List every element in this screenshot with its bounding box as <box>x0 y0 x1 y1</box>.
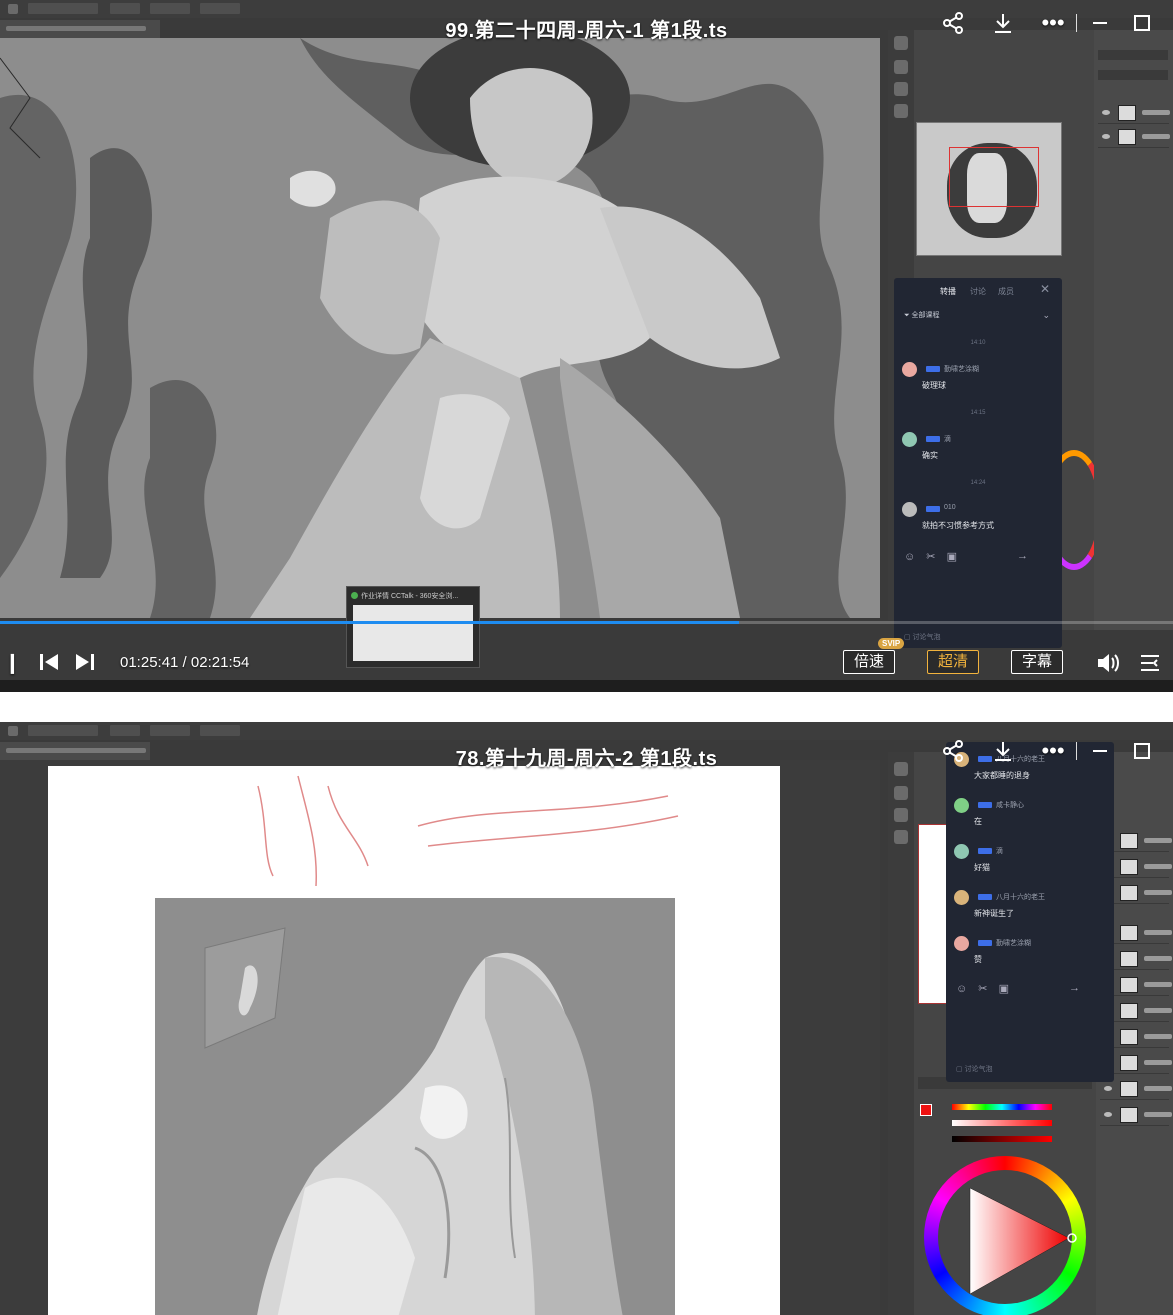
share-icon[interactable] <box>936 8 970 38</box>
message-author: 滴 <box>996 848 1003 855</box>
chat-filter[interactable]: ⏷ 全部课程 ⌄ <box>904 310 1052 328</box>
more-icon[interactable]: ••• <box>1036 736 1070 766</box>
message-text: 大家都睡的退身 <box>974 771 1030 780</box>
subtitle-label: 字幕 <box>1022 653 1053 670</box>
ps-layers-panel <box>1094 30 1173 630</box>
message-timestamp: 14:15 <box>970 410 986 416</box>
download-icon[interactable] <box>986 736 1020 766</box>
playlist-icon[interactable] <box>1138 652 1162 678</box>
send-icon[interactable]: → <box>1017 550 1028 562</box>
quality-button[interactable]: 超清 <box>927 650 980 674</box>
avatar <box>954 936 969 951</box>
subtitle-button[interactable]: 字幕 <box>1011 650 1064 674</box>
avatar <box>902 502 917 517</box>
artwork-canvas <box>0 38 880 618</box>
download-icon[interactable] <box>986 8 1020 38</box>
chat-panel[interactable]: 转播 讨论 成员 ✕ ⏷ 全部课程 ⌄ 14:10 勤啸艺涂糊 破理球 14:1… <box>894 278 1062 648</box>
browser-icon <box>351 592 358 599</box>
message-author: 八月十六的老王 <box>996 894 1045 901</box>
chat-message: 滴 确实 <box>902 432 1054 472</box>
right-controls: 倍速 SVIP 超清 字幕 <box>0 638 1173 678</box>
chat-footer: ▢ 讨论气泡 <box>956 1064 1104 1074</box>
chevron-down-icon: ⌄ <box>1042 310 1050 320</box>
color-wheel[interactable] <box>924 1156 1086 1315</box>
send-icon[interactable]: → <box>1069 982 1080 994</box>
quality-label: 超清 <box>938 653 969 670</box>
message-text: 赞 <box>974 955 982 964</box>
message-text: 新神诞生了 <box>974 909 1014 918</box>
chat-input-bar[interactable]: ☺ ✂ ▣ → <box>956 982 1104 998</box>
emoji-icon[interactable]: ☺ <box>904 551 915 563</box>
chat-message: 滴 好猫 <box>954 844 1106 884</box>
progress-fill <box>0 621 739 624</box>
message-author: 010 <box>944 504 956 511</box>
message-author: 勤啸艺涂糊 <box>944 366 979 373</box>
level-badge <box>978 940 992 946</box>
chat-input-bar[interactable]: ☺ ✂ ▣ → <box>904 550 1052 566</box>
ps-right-toolstrip <box>888 752 914 1315</box>
artwork-canvas <box>0 760 880 1315</box>
message-author: 滴 <box>944 436 951 443</box>
chat-tab-discuss[interactable]: 讨论 <box>970 286 986 297</box>
share-icon[interactable] <box>936 736 970 766</box>
avatar <box>954 798 969 813</box>
speed-label: 倍速 <box>854 653 885 670</box>
message-timestamp: 14:24 <box>970 480 986 486</box>
avatar <box>954 890 969 905</box>
svip-badge: SVIP <box>878 638 905 649</box>
chat-message: 八月十六的老王 新神诞生了 <box>954 890 1106 930</box>
bubble-icon: ▢ <box>956 1066 965 1073</box>
message-timestamp: 14:10 <box>970 340 986 346</box>
chat-message: 咸卡静心 在 <box>954 798 1106 838</box>
chat-message: 010 就拍不习惯参考方式 <box>902 502 1054 542</box>
chat-message: 勤啸艺涂糊 赞 <box>954 936 1106 976</box>
minimize-icon[interactable] <box>1083 736 1117 766</box>
emoji-icon[interactable]: ☺ <box>956 983 967 995</box>
level-badge <box>978 802 992 808</box>
level-badge <box>978 894 992 900</box>
avatar <box>902 362 917 377</box>
avatar <box>902 432 917 447</box>
chat-footer-label: 讨论气泡 <box>964 1066 993 1073</box>
maximize-icon[interactable] <box>1125 8 1159 38</box>
taskbar-strip <box>0 680 1173 692</box>
chat-message: 勤啸艺涂糊 破理球 <box>902 362 1054 402</box>
thumbnail-caption: 作业详情 CCTalk - 360安全浏... <box>361 593 459 600</box>
more-icon[interactable]: ••• <box>1036 8 1070 38</box>
minimize-icon[interactable] <box>1083 8 1117 38</box>
message-text: 在 <box>974 817 982 826</box>
separator <box>1076 14 1077 32</box>
message-text: 好猫 <box>974 863 990 872</box>
volume-icon[interactable] <box>1096 652 1120 678</box>
scissors-icon[interactable]: ✂ <box>978 983 987 995</box>
close-icon[interactable]: ✕ <box>1040 282 1050 296</box>
avatar <box>954 844 969 859</box>
maximize-icon[interactable] <box>1125 736 1159 766</box>
level-badge <box>978 848 992 854</box>
level-badge <box>926 436 940 442</box>
message-text: 确实 <box>922 451 938 460</box>
level-badge <box>926 366 940 372</box>
message-author: 勤啸艺涂糊 <box>996 940 1031 947</box>
message-text: 就拍不习惯参考方式 <box>922 521 994 530</box>
scissors-icon[interactable]: ✂ <box>926 551 935 563</box>
separator <box>1076 742 1077 760</box>
message-text: 破理球 <box>922 381 946 390</box>
filter-label: 全部课程 <box>911 312 940 319</box>
video-player-1[interactable]: 99.第二十四周-周六-1 第1段.ts ••• 转播 讨论 成员 ✕ ⏷ 全部… <box>0 0 1173 692</box>
chat-tab-members[interactable]: 成员 <box>998 286 1014 297</box>
image-icon[interactable]: ▣ <box>947 551 957 563</box>
video-player-2[interactable]: 八月十六的老王 大家都睡的退身 咸卡静心 在 滴 好猫 八月十六的老王 新神诞生… <box>0 722 1173 1315</box>
message-author: 咸卡静心 <box>996 802 1024 809</box>
speed-button[interactable]: 倍速 <box>843 650 896 674</box>
progress-bar[interactable] <box>0 621 1173 624</box>
image-icon[interactable]: ▣ <box>999 983 1009 995</box>
chat-tab-live[interactable]: 转播 <box>940 286 956 297</box>
filter-icon: ⏷ <box>904 312 912 319</box>
level-badge <box>926 506 940 512</box>
chat-panel[interactable]: 八月十六的老王 大家都睡的退身 咸卡静心 在 滴 好猫 八月十六的老王 新神诞生… <box>946 742 1114 1082</box>
